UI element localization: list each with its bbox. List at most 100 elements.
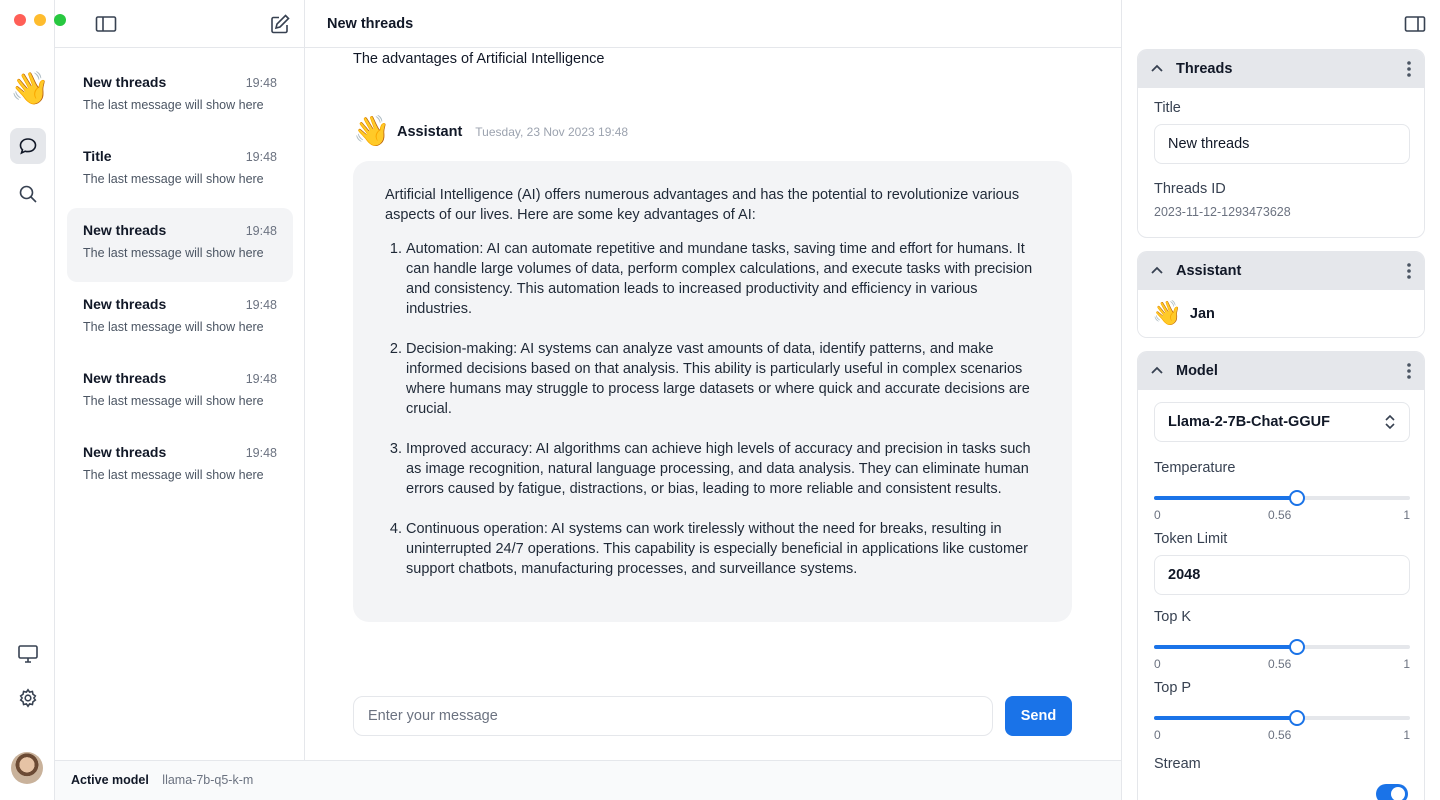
top-p-slider[interactable]: [1154, 710, 1410, 726]
temperature-label: Temperature: [1154, 460, 1236, 476]
settings-nav-button[interactable]: [10, 680, 46, 716]
status-bar: Active model llama-7b-q5-k-m: [55, 760, 1121, 800]
thread-list-panel: New threads 19:48 The last message will sh…: [55, 0, 305, 800]
thread-item-preview: The last message will show here: [83, 394, 264, 408]
response-point: Decision-making: AI systems can analyze …: [406, 339, 1040, 419]
search-icon: [19, 185, 37, 203]
response-points: Automation: AI can automate repetitive a…: [385, 239, 1040, 579]
threads-card-header[interactable]: Threads: [1138, 50, 1424, 88]
response-point: Improved accuracy: AI algorithms can ach…: [406, 439, 1040, 499]
top-p-ticks: 0 0.56 1: [1154, 726, 1410, 742]
active-model-label: Active model: [71, 773, 149, 787]
chevron-up-icon: [1151, 64, 1163, 72]
app-window: 👋 New threads 19:48 The last message will …: [0, 0, 1440, 800]
thread-item-time: 19:48: [245, 150, 277, 164]
close-window-button[interactable]: [14, 14, 26, 26]
threads-card-title: Threads: [1176, 61, 1233, 77]
previous-message: The advantages of Artificial Intelligenc…: [353, 51, 605, 67]
response-intro: Artificial Intelligence (AI) offers nume…: [385, 187, 1020, 223]
token-limit-label: Token Limit: [1154, 531, 1228, 547]
thread-list-toolbar: [55, 0, 305, 48]
assistant-card-title: Assistant: [1176, 263, 1242, 279]
top-k-min: 0: [1154, 657, 1161, 671]
model-card-title: Model: [1176, 363, 1218, 379]
new-thread-button[interactable]: [269, 13, 291, 40]
thread-item-time: 19:48: [245, 76, 277, 90]
thread-list-item[interactable]: New threads 19:48 The last message will sh…: [67, 60, 293, 134]
thread-id-label: Threads ID: [1154, 181, 1226, 197]
model-select[interactable]: Llama-2-7B-Chat-GGUF: [1154, 402, 1410, 442]
more-vertical-icon[interactable]: [1406, 361, 1412, 381]
assistant-name-value: Jan: [1189, 306, 1215, 322]
chat-bubble-icon: [19, 138, 37, 155]
top-k-ticks: 0 0.56 1: [1154, 655, 1410, 671]
compose-icon: [271, 14, 290, 34]
left-rail: 👋: [0, 0, 66, 800]
app-logo: 👋: [10, 70, 50, 106]
gear-icon: [19, 688, 37, 708]
assistant-avatar: 👋: [353, 115, 391, 148]
top-p-label: Top P: [1154, 680, 1192, 696]
thread-list-item[interactable]: Title 19:48 The last message will show her…: [67, 134, 293, 208]
assistant-card-header[interactable]: Assistant: [1138, 252, 1424, 290]
message-input[interactable]: [353, 696, 993, 736]
more-vertical-icon[interactable]: [1406, 261, 1412, 281]
top-p-value: 0.56: [1268, 728, 1292, 742]
stream-label: Stream: [1154, 756, 1201, 772]
thread-title-label: Title: [1154, 100, 1181, 116]
more-vertical-icon[interactable]: [1406, 59, 1412, 79]
search-nav-button[interactable]: [10, 176, 46, 212]
response-point: Automation: AI can automate repetitive a…: [406, 239, 1040, 319]
response-point: Continuous operation: AI systems can wor…: [406, 519, 1040, 579]
assistant-avatar-small: 👋: [1152, 300, 1182, 327]
top-p-min: 0: [1154, 728, 1161, 742]
temperature-max: 1: [1403, 508, 1410, 522]
token-limit-input[interactable]: 2048: [1154, 555, 1410, 595]
assistant-name: Assistant: [397, 124, 463, 140]
model-select-value: Llama-2-7B-Chat-GGUF: [1168, 414, 1330, 430]
model-card-header[interactable]: Model: [1138, 352, 1424, 390]
temperature-ticks: 0 0.56 1: [1154, 506, 1410, 522]
user-avatar[interactable]: [11, 752, 43, 784]
settings-panel: Threads Title New threads Threads ID 202…: [1121, 0, 1440, 800]
top-k-label: Top K: [1154, 609, 1192, 625]
minimize-window-button[interactable]: [34, 14, 46, 26]
thread-id-value: 2023-11-12-1293473628: [1154, 205, 1291, 219]
thread-item-time: 19:48: [245, 372, 277, 386]
toggle-sidebar-button[interactable]: [95, 14, 117, 39]
assistant-header: 👋 Assistant Tuesday, 23 Nov 2023 19:48: [353, 114, 628, 150]
thread-item-preview: The last message will show here: [83, 246, 264, 260]
sidebar-icon: [95, 16, 117, 32]
chevron-up-icon: [1151, 366, 1163, 374]
chevron-updown-icon: [1385, 414, 1395, 430]
top-k-value: 0.56: [1268, 657, 1292, 671]
thread-item-preview: The last message will show here: [83, 468, 264, 482]
thread-title-input[interactable]: New threads: [1154, 124, 1410, 164]
top-k-max: 1: [1403, 657, 1410, 671]
panel-right-icon: [1404, 16, 1426, 32]
thread-list-item[interactable]: New threads 19:48 The last message will sh…: [67, 356, 293, 430]
assistant-card: Assistant 👋 Jan: [1137, 251, 1425, 338]
chevron-up-icon: [1151, 266, 1163, 274]
model-card: Model Llama-2-7B-Chat-GGUF Temperature 0…: [1137, 351, 1425, 800]
temperature-min: 0: [1154, 508, 1161, 522]
thread-item-preview: The last message will show here: [83, 172, 264, 186]
chat-panel: New threads The advantages of Artificial…: [305, 0, 1121, 800]
top-p-max: 1: [1403, 728, 1410, 742]
active-model-value: llama-7b-q5-k-m: [162, 773, 254, 787]
thread-list-item[interactable]: New threads 19:48 The last message will sh…: [67, 282, 293, 356]
chat-title: New threads: [305, 0, 1121, 48]
toggle-right-panel-button[interactable]: [1404, 14, 1426, 39]
thread-item-time: 19:48: [245, 298, 277, 312]
local-server-button[interactable]: [10, 636, 46, 672]
thread-list-item[interactable]: New threads 19:48 The last message will sh…: [67, 430, 293, 504]
thread-list-item[interactable]: New threads 19:48 The last message will sh…: [67, 208, 293, 282]
assistant-message: Artificial Intelligence (AI) offers nume…: [353, 161, 1072, 622]
stream-toggle[interactable]: [1376, 784, 1408, 800]
threads-card: Threads Title New threads Threads ID 202…: [1137, 49, 1425, 238]
top-k-slider[interactable]: [1154, 639, 1410, 655]
chat-nav-button[interactable]: [10, 128, 46, 164]
send-button[interactable]: Send: [1005, 696, 1072, 736]
monitor-icon: [18, 645, 38, 663]
temperature-slider[interactable]: [1154, 490, 1410, 506]
